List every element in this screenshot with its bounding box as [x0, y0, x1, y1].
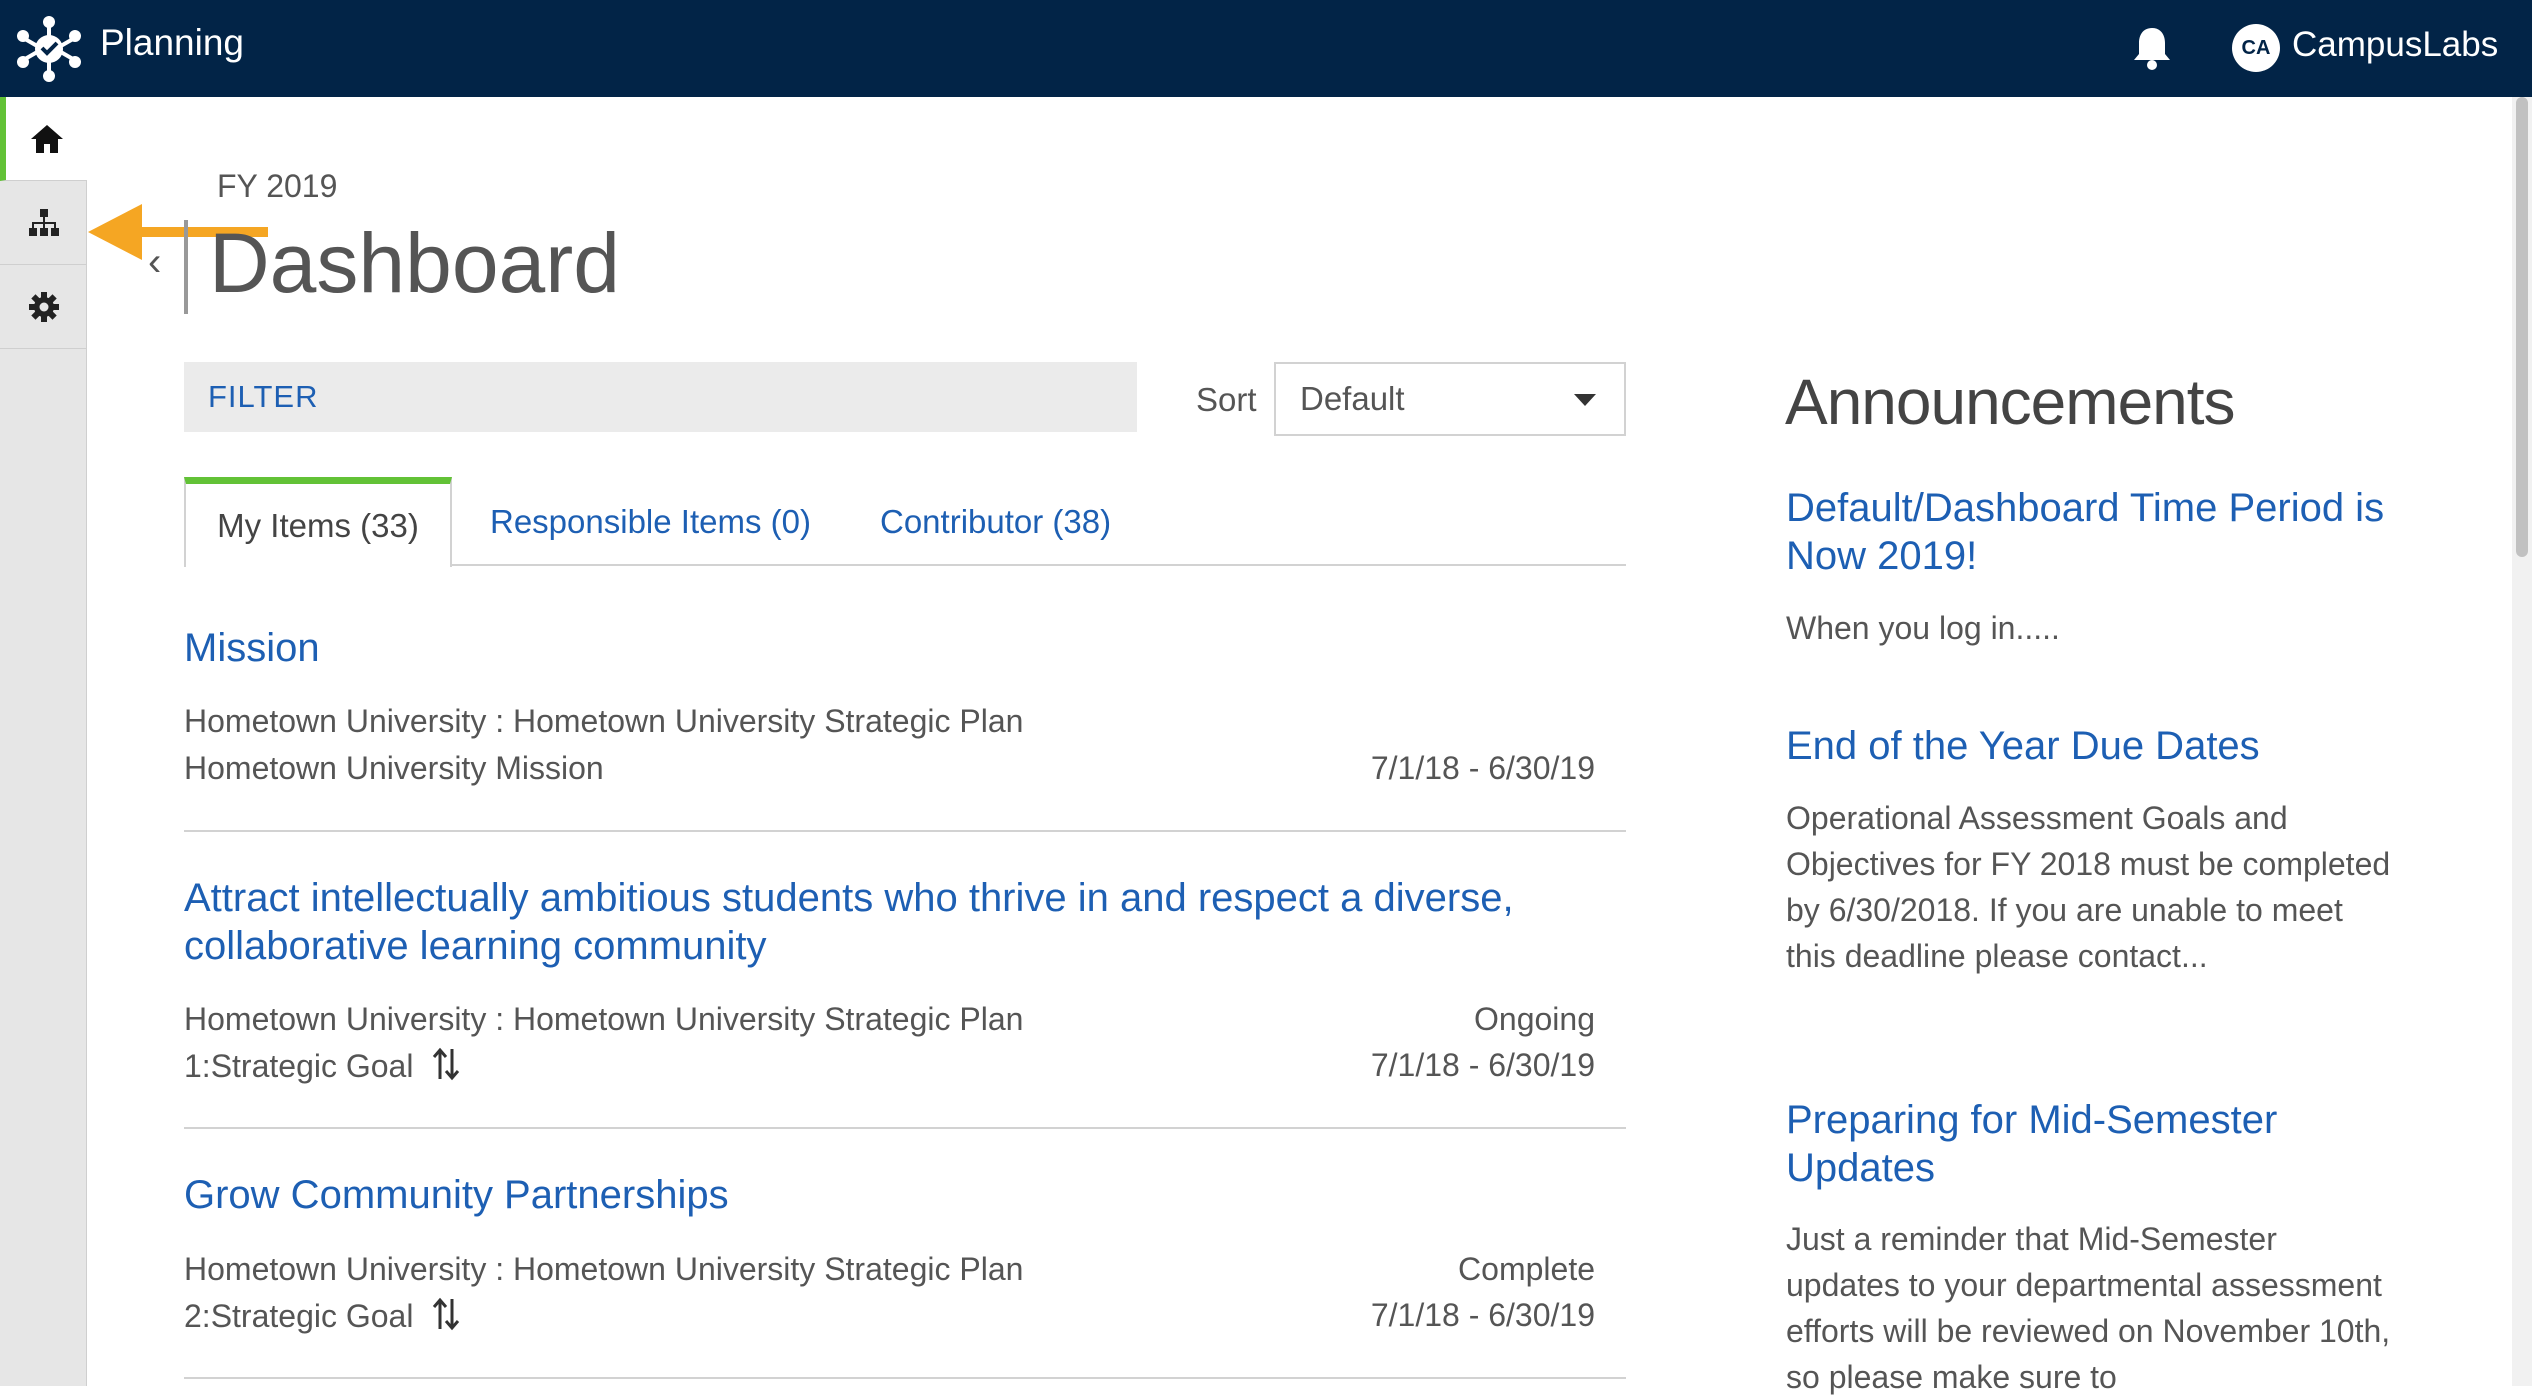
announcements-heading: Announcements [1785, 366, 2236, 438]
item-type-row: 1:Strategic Goal [184, 1047, 460, 1085]
item-divider [184, 830, 1626, 832]
announcement-title-link[interactable]: End of the Year Due Dates [1786, 722, 2426, 770]
page-scrollbar[interactable] [2512, 97, 2532, 1386]
gear-icon [28, 291, 59, 322]
filter-toggle[interactable]: FILTER [184, 362, 1137, 432]
org-chart-icon [28, 208, 59, 236]
campuslabs-logo-icon[interactable] [14, 14, 84, 84]
item-type: Hometown University Mission [184, 750, 604, 786]
item-plan-path: Hometown University : Hometown Universit… [184, 703, 1024, 739]
item-status: Ongoing [1474, 1001, 1595, 1037]
announcement-body: Just a reminder that Mid-Semester update… [1786, 1221, 2391, 1395]
sidebar-item-home[interactable] [0, 97, 87, 181]
sort-label: Sort [1196, 381, 1257, 418]
announcement-body: Operational Assessment Goals and Objecti… [1786, 800, 2391, 974]
item-type: 2:Strategic Goal [184, 1298, 414, 1334]
top-navigation-bar: Planning CA CampusLabs [0, 0, 2532, 97]
item-divider [184, 1127, 1626, 1129]
home-icon [30, 124, 63, 153]
announcement-title-link[interactable]: Preparing for Mid-Semester Updates [1786, 1096, 2426, 1192]
sidebar-item-org-chart[interactable] [0, 181, 87, 265]
tab-responsible-items[interactable]: Responsible Items (0) [490, 477, 811, 566]
item-plan-path: Hometown University : Hometown Universit… [184, 1001, 1024, 1037]
bell-icon[interactable] [2130, 24, 2174, 72]
sort-select[interactable]: Default [1274, 362, 1626, 436]
item-title-link[interactable]: Grow Community Partnerships [184, 1171, 1624, 1219]
reorder-arrows-icon[interactable] [432, 1047, 460, 1081]
user-menu-name[interactable]: CampusLabs [2292, 25, 2498, 65]
tab-my-items[interactable]: My Items (33) [184, 477, 452, 567]
sort-selected-value: Default [1300, 380, 1405, 417]
item-dates: 7/1/18 - 6/30/19 [1370, 1047, 1595, 1083]
avatar[interactable]: CA [2232, 24, 2280, 72]
item-dates: 7/1/18 - 6/30/19 [1370, 1297, 1595, 1333]
item-title-link[interactable]: Attract intellectually ambitious student… [184, 874, 1624, 970]
title-divider [184, 220, 188, 314]
sidebar-item-settings[interactable] [0, 265, 87, 349]
item-status: Complete [1458, 1251, 1595, 1287]
tab-contributor[interactable]: Contributor (38) [880, 477, 1111, 566]
page-title: Dashboard [209, 216, 620, 310]
item-dates: 7/1/18 - 6/30/19 [1370, 750, 1595, 786]
reorder-arrows-icon[interactable] [432, 1297, 460, 1331]
item-title-link[interactable]: Mission [184, 624, 1624, 672]
app-title: Planning [100, 22, 245, 63]
caret-down-icon [1574, 394, 1596, 406]
item-type-row: 2:Strategic Goal [184, 1297, 460, 1335]
announcement-title-link[interactable]: Default/Dashboard Time Period is Now 201… [1786, 484, 2426, 580]
left-sidebar [0, 97, 87, 1386]
time-period-label: FY 2019 [217, 168, 338, 204]
scrollbar-thumb[interactable] [2516, 97, 2528, 557]
item-type: 1:Strategic Goal [184, 1048, 414, 1084]
chevron-left-icon[interactable]: ‹ [148, 240, 161, 285]
item-plan-path: Hometown University : Hometown Universit… [184, 1251, 1024, 1287]
item-divider [184, 1377, 1626, 1379]
announcement-body: When you log in..... [1786, 610, 2060, 646]
